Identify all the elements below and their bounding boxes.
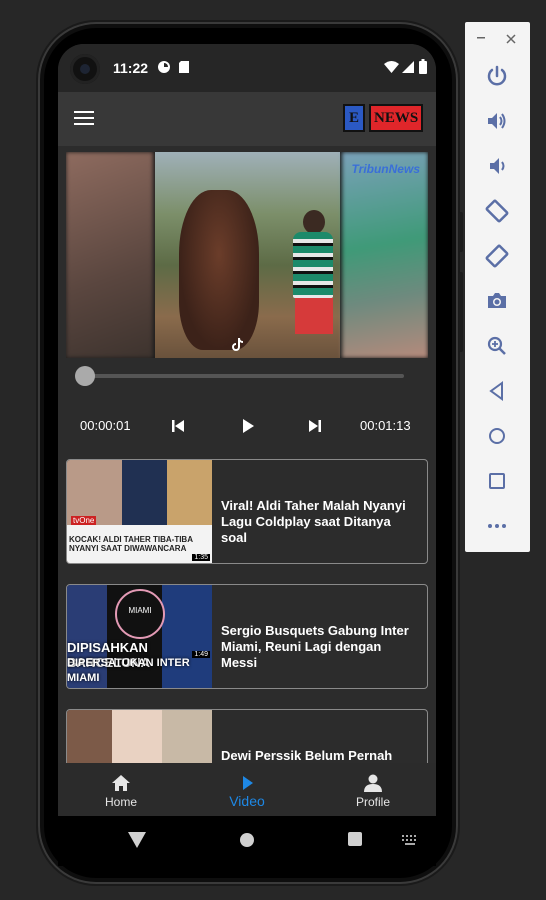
data-saver-icon [158, 61, 170, 73]
nav-video-label: Video [229, 793, 265, 809]
skip-next-icon[interactable] [305, 416, 325, 436]
home-icon [112, 775, 130, 791]
video-player[interactable]: TribunNews [66, 152, 428, 358]
nav-home-label: Home [104, 795, 137, 809]
app-bar: E NEWS [58, 92, 436, 146]
news-thumbnail: KOCAK! ALDI TAHER TIBA-TIBA NYANYI SAAT … [67, 460, 212, 563]
duration-time: 00:01:13 [360, 418, 411, 433]
logo-news: NEWS [369, 104, 424, 132]
thumbnail-crest-text: MIAMI [128, 606, 152, 615]
video-man-head [303, 210, 325, 234]
news-title: Viral! Aldi Taher Malah Nyanyi Lagu Cold… [221, 498, 406, 545]
hamburger-menu-icon[interactable] [74, 111, 94, 125]
skip-previous-icon[interactable] [168, 416, 188, 436]
app-logo: E NEWS [343, 104, 424, 132]
rotate-right-icon[interactable] [485, 244, 509, 268]
news-list[interactable]: KOCAK! ALDI TAHER TIBA-TIBA NYANYI SAAT … [58, 458, 436, 763]
camera-icon[interactable] [485, 289, 509, 313]
news-card[interactable]: MIAMI DIPISAHKAN BARCELONA DIPERSATUKAN … [66, 584, 428, 689]
front-camera [70, 54, 100, 84]
thumbnail-duration: 1:49 [192, 651, 210, 658]
thumbnail-channel: tvOne [71, 516, 97, 525]
news-card[interactable]: Dewi Perssik Belum Pernah [66, 709, 428, 763]
volume-down-icon[interactable] [485, 154, 509, 178]
video-cow-figure [179, 190, 259, 350]
person-icon [364, 774, 382, 792]
nav-home[interactable]: Home [58, 763, 184, 816]
video-man-shirt [293, 232, 333, 298]
bottom-navigation: Home Video Profile [58, 763, 436, 816]
news-title: Dewi Perssik Belum Pernah [221, 748, 393, 763]
rotate-left-icon[interactable] [485, 199, 509, 223]
tiktok-icon [232, 338, 243, 351]
zoom-icon[interactable] [485, 334, 509, 358]
signal-icon [402, 61, 414, 73]
thumbnail-duration: 1:35 [192, 554, 210, 561]
news-card[interactable]: KOCAK! ALDI TAHER TIBA-TIBA NYANYI SAAT … [66, 459, 428, 564]
play-icon[interactable] [238, 416, 258, 436]
status-bar: 11:22 [58, 44, 436, 92]
emulator-toolbar [465, 22, 530, 552]
app-screen: 11:22 E NEWS TribunNews 00:00:01 00:01:1… [58, 44, 436, 816]
video-man-shorts [295, 298, 333, 334]
news-title: Sergio Busquets Gabung Inter Miami, Reun… [221, 623, 409, 670]
volume-up-icon[interactable] [485, 109, 509, 133]
more-icon[interactable] [485, 514, 509, 538]
volume-side-button [459, 272, 463, 352]
video-right-panel [342, 152, 428, 358]
video-center-panel [155, 152, 340, 358]
overview-square-icon[interactable] [348, 832, 362, 846]
back-icon[interactable] [485, 379, 509, 403]
status-time: 11:22 [113, 60, 149, 76]
play-icon [243, 776, 253, 790]
video-controls: 00:00:01 00:01:13 [58, 414, 436, 438]
home-icon[interactable] [485, 424, 509, 448]
minimize-icon[interactable] [477, 36, 487, 40]
keyboard-icon[interactable] [402, 835, 418, 845]
seek-bar-thumb[interactable] [75, 366, 96, 386]
overview-icon[interactable] [485, 469, 509, 493]
power-side-button [459, 212, 463, 252]
nav-profile-label: Profile [355, 795, 390, 809]
system-navigation-bar [58, 816, 436, 866]
current-time: 00:00:01 [80, 418, 131, 433]
sd-card-icon [179, 61, 189, 73]
thumbnail-crest: MIAMI [115, 589, 165, 639]
logo-e: E [343, 104, 365, 132]
thumbnail-caption-line2: DIPERSATUKAN INTER MIAMI [67, 657, 190, 684]
nav-video[interactable]: Video [184, 763, 310, 816]
close-icon[interactable] [506, 34, 516, 44]
video-left-panel [66, 152, 153, 358]
news-thumbnail: MIAMI DIPISAHKAN BARCELONA DIPERSATUKAN … [67, 585, 212, 688]
thumbnail-caption: KOCAK! ALDI TAHER TIBA-TIBA NYANYI SAAT … [69, 535, 193, 553]
news-thumbnail [67, 710, 212, 763]
home-circle-icon[interactable] [239, 832, 255, 848]
video-watermark: TribunNews [351, 162, 420, 176]
battery-icon [419, 59, 427, 74]
back-triangle-icon[interactable] [128, 832, 146, 848]
power-icon[interactable] [485, 64, 509, 88]
wifi-icon [384, 61, 399, 73]
nav-profile[interactable]: Profile [310, 763, 436, 816]
video-seek-bar[interactable] [75, 366, 404, 386]
